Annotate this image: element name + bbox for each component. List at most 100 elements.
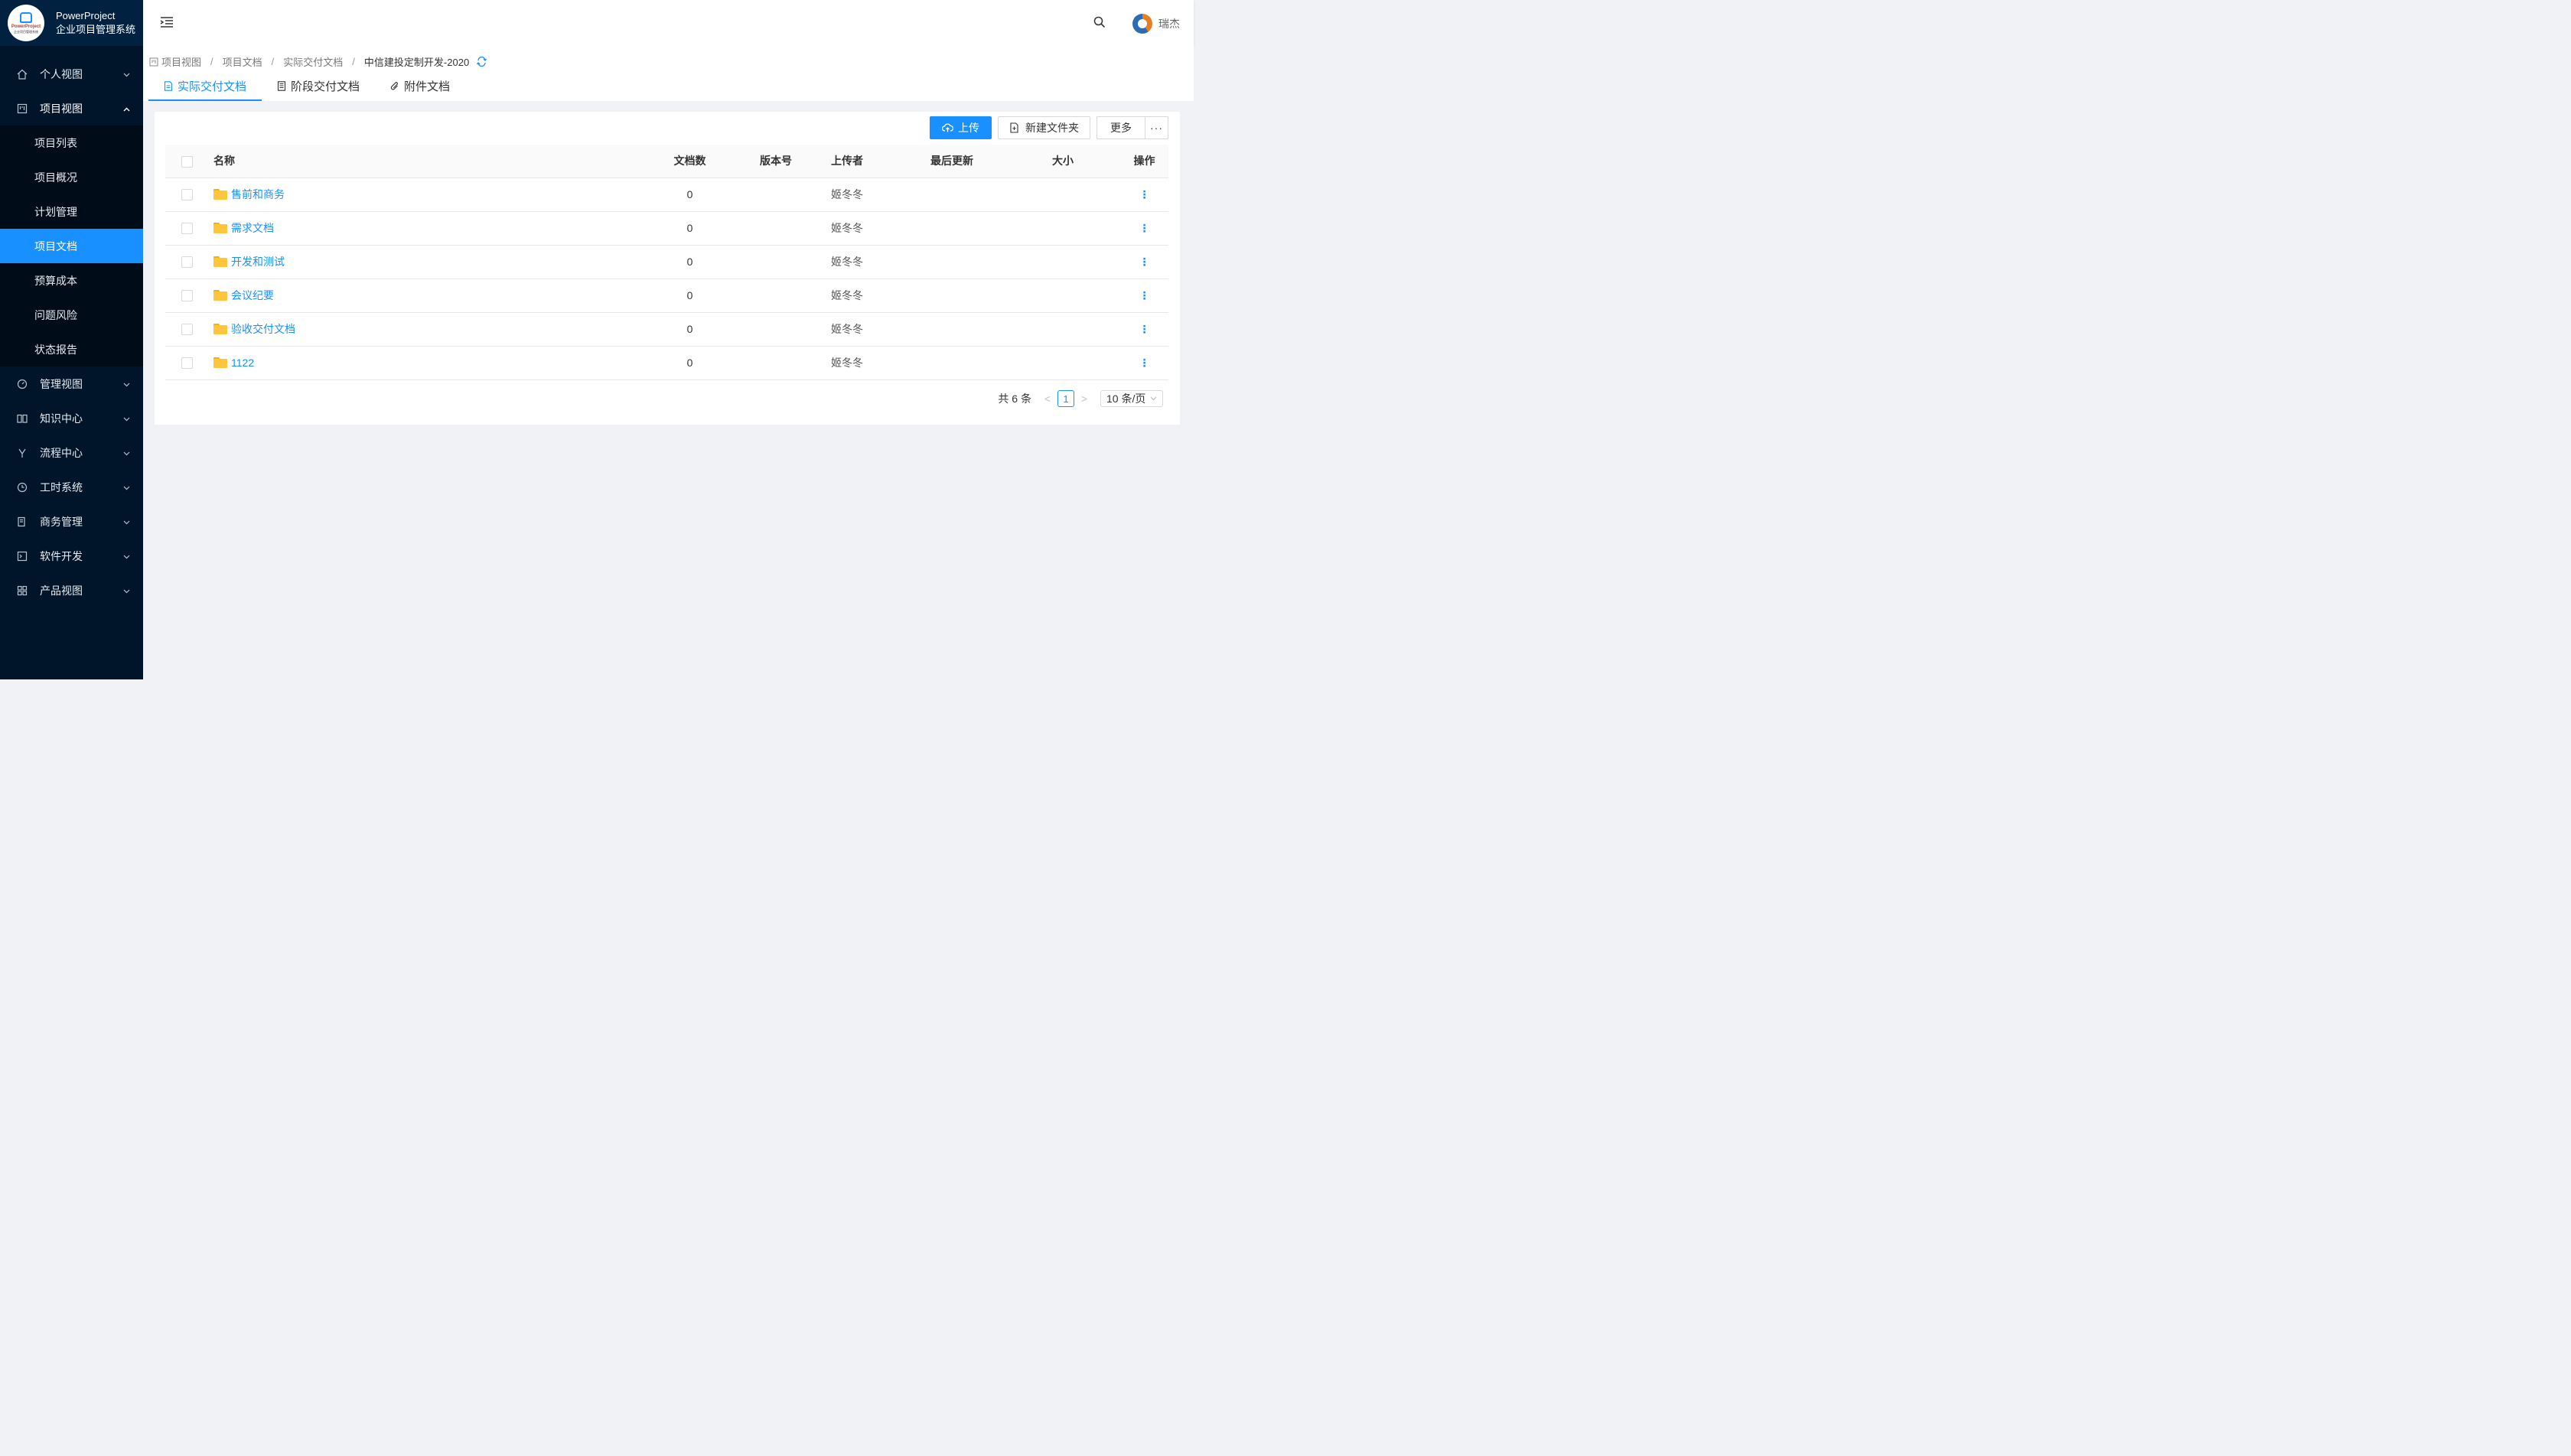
cloud-upload-icon — [941, 122, 954, 133]
table-row[interactable]: 会议纪要 0 姬冬冬 ⋮ — [165, 278, 1168, 313]
version-cell — [745, 278, 806, 313]
sidebar: PowerProject 企业项目管理系统 PowerProject 企业项目管… — [0, 0, 143, 679]
folder-name-link[interactable]: 开发和测试 — [231, 254, 285, 269]
breadcrumb-item[interactable]: 项目文档 — [223, 54, 262, 69]
project-submenu: 项目列表 项目概况 计划管理 项目文档 预算成本 问题风险 状态报告 — [0, 125, 143, 366]
doc-count-cell: 0 — [634, 346, 745, 380]
upload-label: 上传 — [958, 122, 979, 134]
table-row[interactable]: 售前和商务 0 姬冬冬 ⋮ — [165, 178, 1168, 212]
tab-attachments[interactable]: 附件文档 — [375, 70, 465, 101]
row-more-icon[interactable]: ⋮ — [1139, 222, 1150, 234]
switch-icon[interactable] — [477, 56, 487, 67]
sidebar-item-project-list[interactable]: 项目列表 — [0, 125, 143, 160]
pagination-page-1[interactable]: 1 — [1057, 390, 1074, 407]
row-more-icon[interactable]: ⋮ — [1139, 188, 1150, 200]
paperclip-icon — [390, 81, 399, 91]
updated-cell — [906, 178, 1005, 212]
column-header-name[interactable]: 名称 — [213, 145, 634, 178]
row-more-icon[interactable]: ⋮ — [1139, 289, 1150, 301]
user-menu[interactable]: 瑞杰 — [1132, 14, 1180, 34]
row-checkbox[interactable] — [181, 223, 193, 235]
flow-icon — [17, 448, 28, 458]
pagination-prev-button[interactable]: < — [1041, 393, 1054, 405]
more-dropdown-button[interactable]: ··· — [1145, 116, 1168, 139]
row-more-icon[interactable]: ⋮ — [1139, 357, 1150, 369]
row-more-icon[interactable]: ⋮ — [1139, 256, 1150, 268]
upload-button[interactable]: 上传 — [930, 116, 992, 139]
sidebar-item-process-center[interactable]: 流程中心 — [0, 435, 143, 470]
page-size-select[interactable]: 10 条/页 — [1100, 390, 1163, 407]
tab-label: 附件文档 — [404, 80, 451, 93]
column-header-size[interactable]: 大小 — [1005, 145, 1120, 178]
column-header-version[interactable]: 版本号 — [745, 145, 806, 178]
uploader-cell: 姬冬冬 — [806, 178, 906, 212]
row-checkbox[interactable] — [181, 189, 193, 201]
folder-name-link[interactable]: 需求文档 — [231, 220, 274, 236]
sidebar-item-budget-cost[interactable]: 预算成本 — [0, 263, 143, 298]
sidebar-item-label: 流程中心 — [40, 446, 83, 459]
sidebar-item-business[interactable]: 商务管理 — [0, 504, 143, 539]
more-button-group: 更多 ··· — [1097, 116, 1168, 139]
select-all-checkbox[interactable] — [181, 155, 193, 168]
sidebar-item-knowledge-center[interactable]: 知识中心 — [0, 401, 143, 435]
tab-actual-delivery[interactable]: 实际交付文档 — [148, 70, 262, 101]
table-row[interactable]: 验收交付文档 0 姬冬冬 ⋮ — [165, 312, 1168, 347]
menu-fold-icon[interactable] — [160, 15, 174, 29]
doc-count-cell: 0 — [634, 312, 745, 347]
sidebar-item-project-overview[interactable]: 项目概况 — [0, 160, 143, 194]
pagination-total: 共 6 条 — [998, 393, 1031, 405]
brand[interactable]: PowerProject 企业项目管理系统 PowerProject 企业项目管… — [0, 0, 143, 46]
row-more-icon[interactable]: ⋮ — [1139, 323, 1150, 335]
search-icon[interactable] — [1093, 16, 1107, 30]
size-cell — [1005, 278, 1120, 313]
column-header-doc-count[interactable]: 文档数 — [634, 145, 745, 178]
table-row[interactable]: 需求文档 0 姬冬冬 ⋮ — [165, 211, 1168, 246]
table-row[interactable]: 开发和测试 0 姬冬冬 ⋮ — [165, 245, 1168, 279]
row-checkbox[interactable] — [181, 324, 193, 336]
sidebar-item-software-dev[interactable]: 软件开发 — [0, 539, 143, 573]
new-folder-button[interactable]: 新建文件夹 — [998, 116, 1090, 139]
pagination-next-button[interactable]: > — [1077, 393, 1091, 405]
sidebar-item-issue-risk[interactable]: 问题风险 — [0, 298, 143, 332]
folder-icon — [213, 189, 227, 200]
folder-name-link[interactable]: 会议纪要 — [231, 288, 274, 303]
folder-name-link[interactable]: 验收交付文档 — [231, 321, 295, 337]
row-checkbox[interactable] — [181, 290, 193, 302]
sidebar-item-project-view[interactable]: 项目视图 — [0, 91, 143, 125]
sidebar-item-plan-management[interactable]: 计划管理 — [0, 194, 143, 229]
sidebar-item-personal-view[interactable]: 个人视图 — [0, 57, 143, 91]
tab-phase-delivery[interactable]: 阶段交付文档 — [262, 70, 375, 101]
breadcrumb: 项目视图 / 项目文档 / 实际交付文档 / 中信建投定制开发-2020 — [149, 54, 487, 69]
sidebar-item-timesheet[interactable]: 工时系统 — [0, 470, 143, 504]
more-button[interactable]: 更多 — [1097, 116, 1145, 139]
document-table: 名称 文档数 版本号 上传者 最后更新 大小 操作 售前和商务 0 姬冬冬 ⋮ — [165, 145, 1168, 380]
project-icon — [149, 57, 158, 67]
row-checkbox[interactable] — [181, 256, 193, 269]
folder-name-link[interactable]: 售前和商务 — [231, 187, 285, 202]
code-icon — [17, 551, 28, 562]
tab-label: 实际交付文档 — [178, 80, 247, 93]
chevron-up-icon — [123, 106, 130, 112]
sidebar-item-management-view[interactable]: 管理视图 — [0, 366, 143, 401]
row-checkbox[interactable] — [181, 357, 193, 370]
uploader-cell: 姬冬冬 — [806, 211, 906, 246]
sidebar-item-project-docs[interactable]: 项目文档 — [0, 229, 143, 263]
table-row[interactable]: 1122 0 姬冬冬 ⋮ — [165, 346, 1168, 380]
column-header-last-updated[interactable]: 最后更新 — [906, 145, 1005, 178]
toolbar: 上传 新建文件夹 更多 ··· — [924, 116, 1168, 139]
version-cell — [745, 346, 806, 380]
version-cell — [745, 245, 806, 279]
select-all-cell — [165, 145, 213, 178]
folder-name-link[interactable]: 1122 — [231, 357, 254, 369]
breadcrumb-item[interactable]: 项目视图 — [161, 54, 201, 69]
size-cell — [1005, 245, 1120, 279]
size-cell — [1005, 178, 1120, 212]
sidebar-item-status-report[interactable]: 状态报告 — [0, 332, 143, 366]
column-header-uploader[interactable]: 上传者 — [806, 145, 906, 178]
breadcrumb-item[interactable]: 实际交付文档 — [283, 54, 343, 69]
doc-count-cell: 0 — [634, 245, 745, 279]
version-cell — [745, 178, 806, 212]
sidebar-item-product-view[interactable]: 产品视图 — [0, 573, 143, 607]
document-card: 上传 新建文件夹 更多 ··· 名称 文档数 版本号 上传者 最后更新 大小 操… — [155, 112, 1180, 425]
logo-word: PowerProject — [11, 24, 41, 29]
